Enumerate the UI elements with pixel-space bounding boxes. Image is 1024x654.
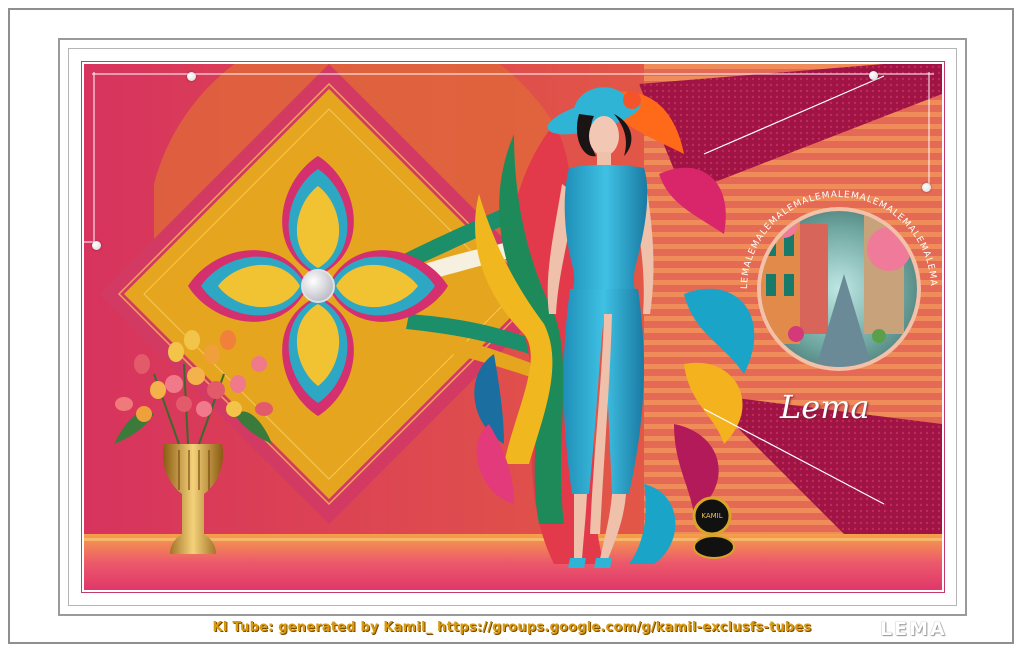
circle-text: LEMALEMALEMALEMALEMALEMALEMALEMALEMALEMA bbox=[740, 190, 938, 289]
credit-text: KI Tube: generated by Kamil_ https://gro… bbox=[212, 620, 812, 635]
signature: Lema bbox=[780, 388, 870, 426]
pearl-dot bbox=[92, 241, 101, 250]
credit-line: KI Tube: generated by Kamil_ https://gro… bbox=[0, 620, 1024, 635]
pearl-dot bbox=[922, 183, 931, 192]
pearl-dot bbox=[869, 71, 878, 80]
pearl-dot bbox=[187, 72, 196, 81]
artwork-canvas: LEMALEMALEMALEMALEMALEMALEMALEMALEMALEMA bbox=[84, 64, 942, 590]
badge-text: KAMIL bbox=[701, 512, 723, 520]
watermark: LEMA bbox=[880, 618, 947, 640]
